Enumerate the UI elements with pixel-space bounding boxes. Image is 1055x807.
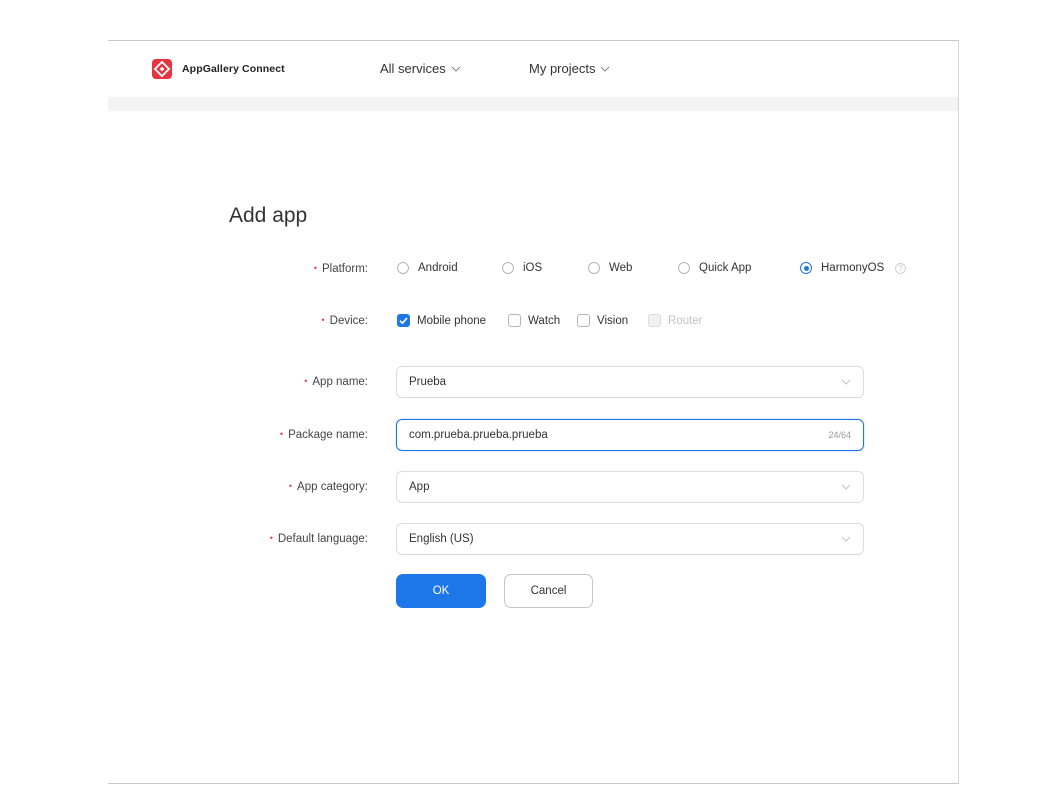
checkbox[interactable] [577, 314, 590, 327]
package-name-label-text: Package name: [288, 429, 368, 441]
required-mark: • [321, 315, 325, 325]
app-name-label: • App name: [304, 376, 368, 388]
chevron-down-icon [841, 484, 851, 490]
nav-my-projects-label: My projects [529, 61, 596, 76]
platform-option-android[interactable]: Android [397, 262, 458, 274]
device-option-router: Router [648, 314, 703, 327]
app-category-select[interactable]: App [396, 471, 864, 503]
required-mark: • [269, 533, 273, 543]
radio-button-selected[interactable] [800, 262, 812, 274]
app-name-value: Prueba [409, 376, 447, 388]
device-option-label: Router [668, 314, 703, 327]
required-mark: • [279, 429, 284, 439]
platform-option-label: Android [418, 262, 458, 274]
default-language-value: English (US) [409, 533, 474, 545]
platform-option-quick-app[interactable]: Quick App [678, 262, 751, 274]
platform-label: • Platform: [314, 263, 368, 275]
chevron-down-icon [841, 379, 851, 385]
platform-option-label: iOS [523, 262, 543, 274]
platform-option-label: HarmonyOS [821, 262, 885, 274]
default-language-label: • Default language: [270, 533, 368, 545]
platform-option-label: Web [609, 262, 633, 274]
device-option-watch[interactable]: Watch [508, 314, 560, 327]
app-category-label: • App category: [289, 481, 368, 493]
nav-all-services[interactable]: All services [380, 61, 461, 76]
platform-option-harmonyos[interactable]: HarmonyOS ? [800, 262, 907, 274]
help-icon[interactable]: ? [895, 262, 907, 274]
checkbox-checked[interactable] [397, 314, 410, 327]
radio-button[interactable] [502, 262, 514, 274]
app-category-value: App [409, 481, 430, 493]
device-option-label: Watch [528, 314, 561, 327]
required-mark: • [313, 263, 317, 273]
app-category-label-text: App category: [297, 481, 368, 493]
device-label: • Device: [321, 315, 368, 327]
chevron-down-icon [601, 66, 610, 72]
platform-option-ios[interactable]: iOS [502, 262, 542, 274]
sub-header-strip [108, 97, 958, 111]
radio-button[interactable] [397, 262, 409, 274]
ok-button[interactable]: OK [396, 574, 486, 608]
page-title: Add app [229, 204, 308, 227]
appgallery-logo-icon [152, 59, 172, 79]
character-counter: 24/64 [828, 430, 851, 440]
platform-option-web[interactable]: Web [588, 262, 632, 274]
app-name-label-text: App name: [312, 376, 368, 388]
nav-my-projects[interactable]: My projects [529, 61, 610, 76]
checkbox-disabled [648, 314, 661, 327]
checkmark-icon [399, 317, 408, 325]
default-language-label-text: Default language: [277, 533, 368, 545]
required-mark: • [288, 481, 293, 491]
package-name-label: • Package name: [280, 429, 368, 441]
brand-name: AppGallery Connect [182, 63, 285, 75]
device-label-text: Device: [329, 315, 368, 327]
radio-button[interactable] [678, 262, 690, 274]
default-language-select[interactable]: English (US) [396, 523, 864, 555]
radio-button[interactable] [588, 262, 600, 274]
device-option-label: Vision [597, 314, 629, 327]
device-option-mobile-phone[interactable]: Mobile phone [397, 314, 486, 327]
package-name-input[interactable]: com.prueba.prueba.prueba 24/64 [396, 419, 864, 451]
top-navigation-bar: AppGallery Connect All services My proje… [108, 41, 958, 97]
required-mark: • [304, 376, 308, 386]
app-window: AppGallery Connect All services My proje… [108, 40, 959, 784]
device-option-vision[interactable]: Vision [577, 314, 628, 327]
platform-option-label: Quick App [699, 262, 752, 274]
chevron-down-icon [451, 66, 461, 72]
platform-label-text: Platform: [321, 263, 368, 275]
package-name-value: com.prueba.prueba.prueba [409, 429, 548, 441]
app-name-select[interactable]: Prueba [396, 366, 864, 398]
device-option-label: Mobile phone [417, 314, 487, 327]
chevron-down-icon [841, 536, 851, 542]
checkbox[interactable] [508, 314, 521, 327]
cancel-button[interactable]: Cancel [504, 574, 593, 608]
nav-all-services-label: All services [380, 61, 446, 76]
